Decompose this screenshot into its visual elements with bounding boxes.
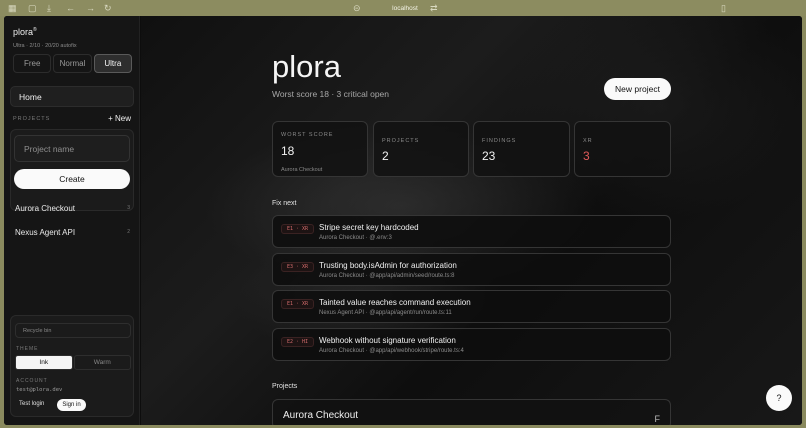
badge-level: E3 [287, 264, 294, 270]
stat-label: PROJECTS [382, 138, 420, 144]
theme-ink[interactable]: Ink [15, 355, 73, 370]
stat-projects: PROJECTS 2 [373, 121, 469, 177]
badge-tag: XR [302, 226, 309, 232]
stat-label: XR [583, 138, 593, 144]
tab-overview-icon[interactable]: ▢ [28, 2, 37, 14]
stat-xr: XR 3 [574, 121, 671, 177]
reader-icon[interactable]: ▯ [721, 2, 726, 14]
brand-logo: plora® [13, 27, 37, 37]
address-text: localhost [392, 4, 418, 12]
sidebar: plora® Ultra · 2/10 · 20/20 autofix Free… [4, 16, 140, 425]
finding-row[interactable]: E1 · XR Tainted value reaches command exec… [272, 290, 671, 323]
sidebar-project-name: Nexus Agent API [15, 227, 76, 237]
projects-section-label: PROJECTS [13, 116, 51, 122]
new-project-button[interactable]: New project [604, 78, 671, 100]
page-subtitle: Worst score 18 · 3 critical open [272, 89, 389, 99]
finding-location: Aurora Checkout · @.env:3 [319, 235, 392, 241]
stat-value: 18 [281, 144, 295, 158]
finding-row[interactable]: E1 · XR Stripe secret key hardcoded Aurora… [272, 215, 671, 248]
stat-worst-score: WORST SCORE 18 Aurora Checkout [272, 121, 368, 177]
finding-title: Stripe secret key hardcoded [319, 223, 419, 232]
badge-level: E2 [287, 339, 294, 345]
severity-badge: E2 · HI [281, 337, 315, 347]
reload-icon[interactable]: ↻ [104, 2, 112, 14]
sidebar-project-count: 2 [127, 229, 130, 235]
brand-name: plora [13, 27, 34, 37]
finding-location: Aurora Checkout · @app/api/admin/seed/ro… [319, 273, 455, 279]
brand-mark: ® [33, 27, 37, 33]
plan-ultra[interactable]: Ultra [93, 54, 132, 73]
sidebar-project-name: Aurora Checkout [15, 203, 76, 213]
stat-value: 3 [583, 149, 590, 163]
stat-findings: FINDINGS 23 [473, 121, 570, 177]
address-bar[interactable]: localhost [340, 2, 470, 14]
theme-warm[interactable]: Warm [73, 355, 131, 370]
sidebar-project-aurora[interactable]: Aurora Checkout 3 [15, 201, 130, 215]
account-label: ACCOUNT [16, 378, 48, 384]
browser-toolbar: ▦ ▢ ⤓ ← → ↻ ⊝ localhost ⇄ ▯ [0, 0, 806, 16]
stat-note: Aurora Checkout [281, 167, 323, 173]
finding-row[interactable]: E2 · HI Webhook without signature verifica… [272, 328, 671, 361]
badge-level: E1 [287, 301, 294, 307]
create-button[interactable]: Create [14, 169, 130, 189]
badge-tag: XR [302, 264, 309, 270]
app-window: plora® Ultra · 2/10 · 20/20 autofix Free… [4, 16, 802, 425]
stat-value: 23 [482, 149, 496, 163]
severity-badge: E1 · XR [281, 299, 315, 309]
severity-badge: E1 · XR [281, 224, 315, 234]
fix-next-heading: Fix next [272, 200, 297, 207]
recycle-bin-button[interactable]: Recycle bin [15, 323, 131, 338]
finding-row[interactable]: E3 · XR Trusting body.isAdmin for authoriz… [272, 253, 671, 286]
plan-selector: Free Normal Ultra [13, 54, 132, 73]
plan-free[interactable]: Free [13, 54, 52, 73]
nav-home[interactable]: Home [10, 86, 134, 107]
plan-status: Ultra · 2/10 · 20/20 autofix [13, 43, 77, 49]
theme-label: THEME [16, 346, 39, 352]
badge-tag: HI [302, 339, 309, 345]
sign-in-button[interactable]: Sign in [57, 399, 86, 411]
main-content: plora Worst score 18 · 3 critical open N… [141, 16, 802, 425]
account-email: test@plora.dev [16, 387, 63, 393]
back-icon[interactable]: ← [66, 2, 75, 14]
project-name-input[interactable]: Project name [14, 135, 130, 162]
finding-title: Webhook without signature verification [319, 336, 456, 345]
forward-icon[interactable]: → [86, 2, 95, 14]
page-title: plora [272, 49, 341, 84]
test-login-button[interactable]: Test login [19, 401, 44, 407]
stat-value: 2 [382, 149, 389, 163]
stat-label: WORST SCORE [281, 132, 334, 138]
sidebar-project-count: 3 [127, 205, 130, 211]
project-card-title: Aurora Checkout [283, 410, 359, 421]
settings-panel: Recycle bin THEME Ink Warm ACCOUNT test@… [10, 315, 134, 417]
translate-icon[interactable]: ⇄ [430, 2, 438, 14]
project-card-aurora[interactable]: Aurora Checkout F [272, 399, 671, 425]
stat-label: FINDINGS [482, 138, 517, 144]
download-icon[interactable]: ⤓ [47, 2, 51, 14]
badge-level: E1 [287, 226, 294, 232]
sidebar-project-nexus[interactable]: Nexus Agent API 2 [15, 225, 130, 239]
new-project-link[interactable]: + New [108, 114, 131, 123]
finding-title: Trusting body.isAdmin for authorization [319, 261, 457, 270]
projects-heading: Projects [272, 383, 298, 390]
project-card-grade: F [654, 414, 661, 424]
new-project-form: Project name Create [10, 129, 134, 211]
finding-title: Tainted value reaches command execution [319, 298, 471, 307]
finding-location: Aurora Checkout · @app/api/webhook/strip… [319, 348, 464, 354]
sidebar-toggle-icon[interactable]: ▦ [8, 2, 17, 14]
finding-location: Nexus Agent API · @app/api/agent/run/rou… [319, 310, 452, 316]
plan-normal[interactable]: Normal [53, 54, 92, 73]
theme-selector: Ink Warm [15, 355, 131, 370]
badge-tag: XR [302, 301, 309, 307]
severity-badge: E3 · XR [281, 262, 315, 272]
help-button[interactable]: ? [766, 385, 792, 411]
